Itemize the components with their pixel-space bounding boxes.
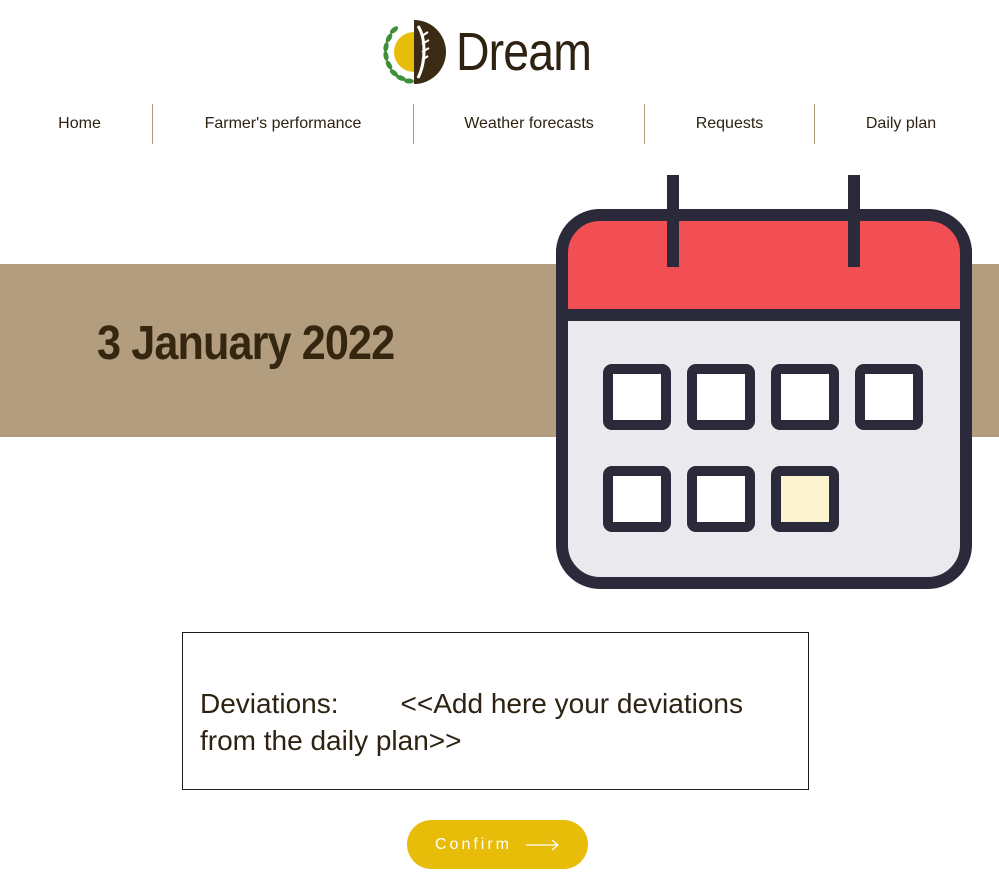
page-title-date: 3 January 2022	[97, 317, 395, 370]
confirm-button[interactable]: Confirm	[407, 820, 588, 869]
nav-item-requests[interactable]: Requests	[645, 104, 814, 144]
calendar-icon	[556, 175, 972, 596]
nav-item-daily-plan[interactable]: Daily plan	[815, 104, 987, 144]
deviations-label: Deviations	[200, 688, 331, 719]
confirm-button-label: Confirm	[434, 835, 512, 853]
wheat-sun-logo-icon	[380, 18, 448, 86]
main-nav: Home Farmer's performance Weather foreca…	[0, 104, 999, 144]
logo[interactable]: Dream	[380, 18, 613, 86]
nav-item-farmers-performance[interactable]: Farmer's performance	[153, 104, 413, 144]
deviations-text: Deviations: <<Add here your deviations fr…	[200, 685, 792, 759]
nav-item-weather-forecasts[interactable]: Weather forecasts	[414, 104, 644, 144]
deviations-separator: :	[330, 688, 339, 719]
nav-item-home[interactable]: Home	[0, 104, 159, 144]
arrow-right-icon	[526, 839, 560, 851]
deviations-input-box[interactable]: Deviations: <<Add here your deviations fr…	[182, 632, 809, 790]
brand-name: Dream	[456, 22, 592, 82]
